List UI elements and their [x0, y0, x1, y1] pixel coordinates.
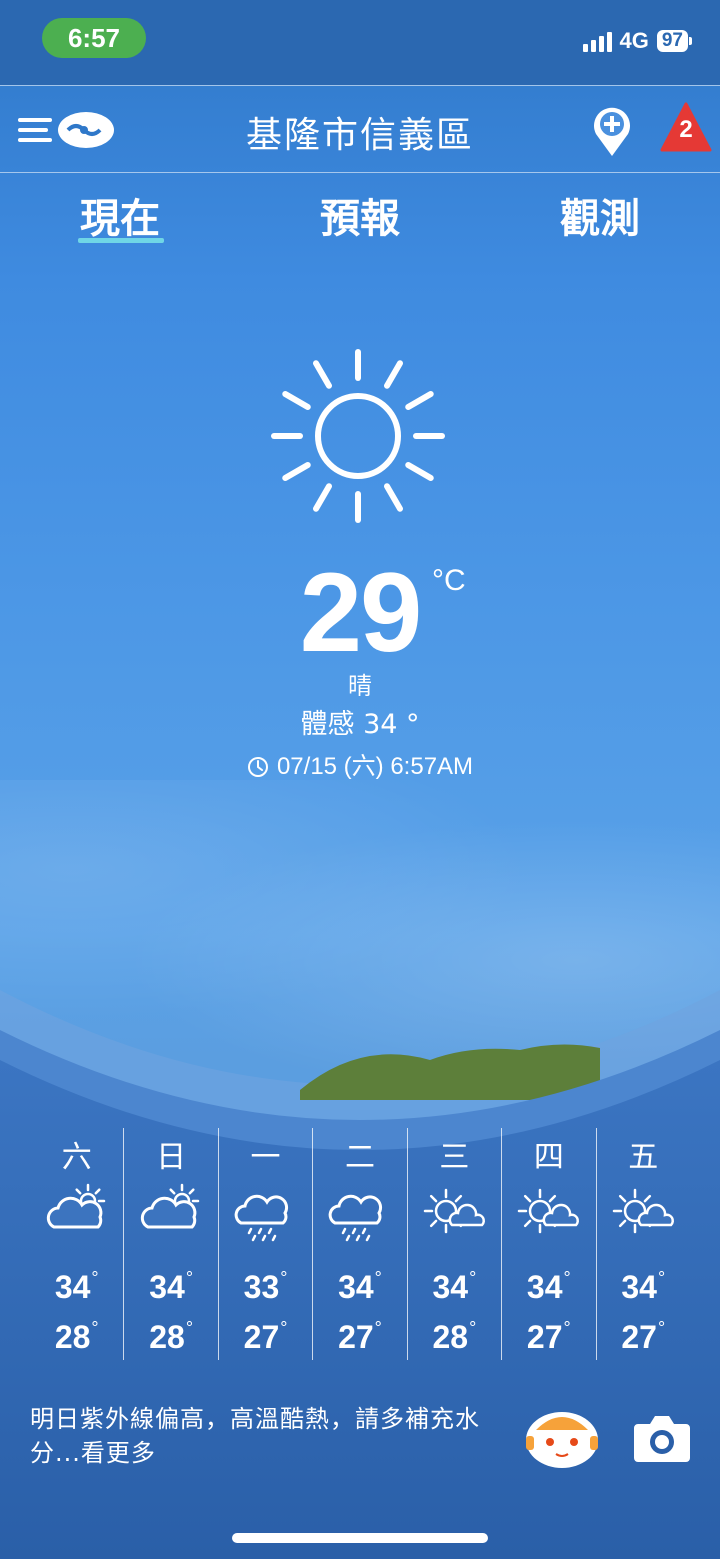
partly-cloudy-icon [46, 1183, 106, 1229]
low-temperature: 27° [219, 1318, 312, 1356]
low-temperature: 28° [124, 1318, 217, 1356]
temperature-value: 34 [338, 1269, 374, 1305]
degree-symbol: ° [563, 1268, 571, 1288]
rain-cloud-icon [234, 1194, 288, 1242]
alert-count: 2 [679, 116, 693, 143]
high-temperature: 33° [219, 1268, 312, 1306]
forecast-day[interactable]: 三 34° 28° [406, 1128, 501, 1360]
high-temperature: 34° [597, 1268, 690, 1306]
degree-symbol: ° [469, 1318, 477, 1338]
high-temperature: 34° [313, 1268, 406, 1306]
hill-image [300, 1044, 600, 1100]
signal-icon [582, 30, 612, 52]
temperature-value: 28 [54, 1319, 91, 1355]
rain-cloud-icon [328, 1194, 383, 1242]
high-temperature: 34° [408, 1268, 501, 1306]
forecast-day[interactable]: 五 34° 27° [595, 1128, 690, 1360]
tab-observation[interactable]: 觀測 [520, 186, 680, 244]
temperature-unit: °C [432, 564, 466, 597]
temperature-value: 34 [526, 1269, 563, 1305]
low-temperature: 28° [408, 1318, 501, 1356]
high-temperature: 34° [30, 1268, 123, 1306]
degree-symbol: ° [280, 1268, 288, 1288]
partly-cloudy-icon [141, 1183, 200, 1229]
degree-symbol: ° [374, 1318, 382, 1338]
current-temperature: 29 [299, 550, 423, 675]
sun-cloud-icon [517, 1188, 580, 1234]
active-tab-indicator [78, 238, 164, 243]
low-temperature: 28° [30, 1318, 123, 1356]
camera-icon[interactable] [632, 1412, 692, 1464]
update-time: 07/15 (六) 6:57AM [0, 746, 720, 781]
day-name: 五 [628, 1140, 659, 1175]
high-temperature: 34° [124, 1268, 217, 1306]
day-name: 一 [250, 1140, 281, 1175]
sun-icon [271, 349, 445, 523]
update-time-text: 07/15 (六) 6:57AM [276, 753, 474, 780]
forecast-day[interactable]: 二 34° 27° [312, 1128, 406, 1360]
weekly-forecast: 六 34° 28° 日 34° 28° 一 33° 27° 二 34° 27° 三 34° 28° 四 34° 2… [30, 1128, 690, 1360]
day-name: 六 [61, 1140, 92, 1175]
forecast-day[interactable]: 六 34° 28° [30, 1128, 123, 1360]
temperature-value: 27 [243, 1319, 280, 1355]
sun-cloud-icon [612, 1188, 674, 1234]
low-temperature: 27° [502, 1318, 595, 1356]
degree-symbol: ° [280, 1318, 288, 1338]
temperature-value: 34 [432, 1269, 469, 1305]
degree-symbol: ° [469, 1268, 477, 1288]
sun-cloud-icon [423, 1188, 485, 1234]
day-name: 二 [344, 1140, 375, 1175]
degree-symbol: ° [563, 1318, 571, 1338]
temperature-value: 27 [526, 1319, 563, 1355]
alert-button[interactable]: 2 [660, 102, 712, 154]
degree-symbol: ° [657, 1318, 666, 1338]
status-indicators: 4G 97 [582, 28, 692, 54]
temperature-value: 34 [621, 1269, 657, 1305]
temperature-value: 27 [621, 1319, 657, 1355]
weather-tip-link[interactable]: 明日紫外線偏高，高溫酷熱，請多補充水分...看更多 [30, 1402, 510, 1470]
forecast-day[interactable]: 一 33° 27° [217, 1128, 312, 1360]
low-temperature: 27° [597, 1318, 690, 1356]
home-indicator[interactable] [232, 1533, 488, 1543]
high-temperature: 34° [502, 1268, 595, 1306]
clock-icon [247, 757, 268, 777]
degree-symbol: ° [374, 1268, 382, 1288]
temperature-value: 27 [338, 1319, 374, 1355]
degree-symbol: ° [657, 1268, 666, 1288]
battery-level: 97 [656, 30, 688, 52]
status-time: 6:57 [42, 18, 146, 58]
tab-forecast[interactable]: 預報 [280, 186, 440, 244]
temperature-value: 28 [432, 1319, 469, 1355]
mascot-icon[interactable] [522, 1400, 602, 1472]
status-bar: 6:57 4G 97 [0, 0, 720, 85]
app-bar: 基隆市信義區 2 [0, 85, 720, 173]
temperature-value: 34 [54, 1269, 91, 1305]
tab-bar: 現在 預報 觀測 [0, 180, 720, 250]
low-temperature: 27° [313, 1318, 406, 1356]
tab-now[interactable]: 現在 [40, 186, 200, 244]
degree-symbol: ° [185, 1268, 194, 1288]
forecast-day[interactable]: 四 34° 27° [501, 1128, 595, 1360]
network-type: 4G [619, 28, 649, 53]
feels-like: 體感 34 ° [300, 709, 420, 740]
day-name: 日 [156, 1140, 187, 1175]
temperature-value: 28 [149, 1319, 185, 1355]
degree-symbol: ° [91, 1268, 99, 1288]
day-name: 四 [533, 1140, 564, 1175]
forecast-day[interactable]: 日 34° 28° [123, 1128, 217, 1360]
temperature-value: 33 [243, 1269, 280, 1305]
temperature-value: 34 [149, 1269, 185, 1305]
add-location-button[interactable] [590, 104, 634, 158]
degree-symbol: ° [91, 1318, 99, 1338]
battery-icon: 97 [656, 30, 692, 52]
weather-condition: 晴 [348, 672, 372, 700]
day-name: 三 [439, 1140, 470, 1175]
add-location-icon [594, 107, 630, 156]
degree-symbol: ° [185, 1318, 194, 1338]
